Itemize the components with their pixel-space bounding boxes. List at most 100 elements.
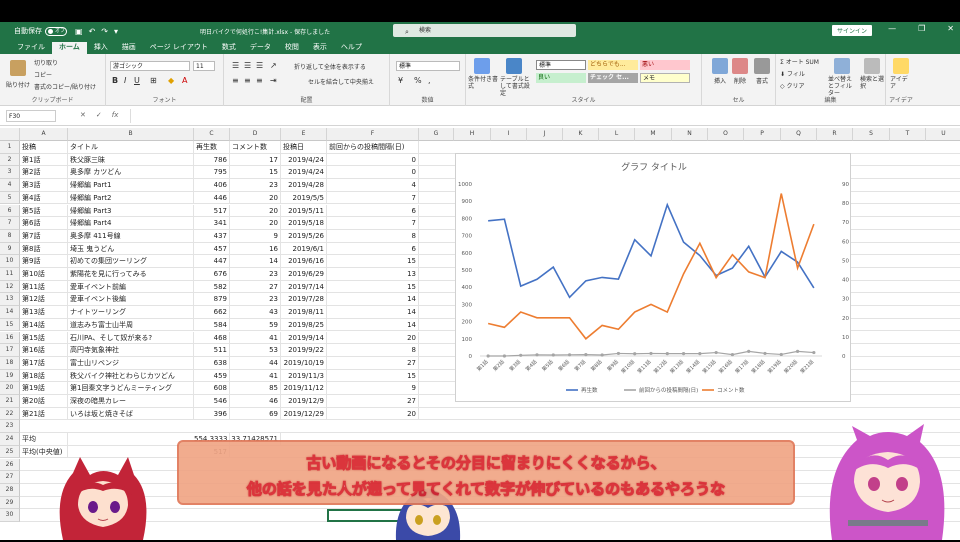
- table-cell[interactable]: 546: [194, 395, 230, 408]
- table-cell[interactable]: 深夜の暗黒カレー: [68, 395, 194, 408]
- row-header-21[interactable]: 21: [0, 395, 20, 408]
- row-header-26[interactable]: 26: [0, 458, 20, 472]
- table-cell[interactable]: 20: [230, 191, 281, 205]
- table-cell[interactable]: 17: [230, 153, 281, 167]
- line-chart[interactable]: グラフ タイトル 0 100 200 300 400 500 600 700 800 900 1000…: [455, 153, 851, 402]
- font-size-select[interactable]: 11: [193, 61, 215, 71]
- table-cell[interactable]: 6: [327, 204, 419, 218]
- table-cell[interactable]: 608: [194, 382, 230, 395]
- column-header-K[interactable]: K: [563, 128, 599, 141]
- find-select-icon[interactable]: [864, 58, 880, 74]
- table-cell[interactable]: 437: [194, 229, 230, 243]
- column-header-F[interactable]: F: [327, 128, 419, 141]
- wrap-text-button[interactable]: 折り返して全体を表示する: [294, 62, 366, 71]
- tab-2[interactable]: 挿入: [87, 42, 115, 54]
- table-cell[interactable]: 459: [194, 369, 230, 383]
- row-header-22[interactable]: 22: [0, 407, 20, 421]
- sort-filter-icon[interactable]: [834, 58, 850, 74]
- table-cell[interactable]: 9: [230, 229, 281, 243]
- table-cell[interactable]: 27: [327, 395, 419, 408]
- tab-3[interactable]: 描画: [115, 42, 143, 54]
- row-header-9[interactable]: 9: [0, 242, 20, 256]
- table-cell[interactable]: 23: [230, 179, 281, 192]
- fill-color-icon[interactable]: ◆: [168, 76, 174, 85]
- paste-icon[interactable]: [10, 60, 26, 76]
- table-cell[interactable]: 第15話: [20, 331, 68, 345]
- column-header-R[interactable]: R: [817, 128, 853, 141]
- row-header-19[interactable]: 19: [0, 369, 20, 383]
- row-header-10[interactable]: 10: [0, 255, 20, 268]
- table-cell[interactable]: 44: [230, 356, 281, 370]
- table-cell[interactable]: 2019/6/16: [281, 255, 327, 268]
- table-cell[interactable]: 第16話: [20, 344, 68, 357]
- table-cell[interactable]: 帰郷編 Part3: [68, 204, 194, 218]
- align-center-icon[interactable]: ≡: [244, 76, 251, 85]
- bold-icon[interactable]: B: [112, 76, 118, 85]
- align-top-icon[interactable]: ☰: [232, 61, 239, 70]
- copy-button[interactable]: コピー: [34, 70, 52, 79]
- table-cell[interactable]: 13: [327, 268, 419, 281]
- table-format-icon[interactable]: [506, 58, 522, 74]
- table-cell[interactable]: 2019/9/14: [281, 331, 327, 345]
- table-cell[interactable]: 石川PA、そして奴が来る?: [68, 331, 194, 345]
- table-cell[interactable]: 46: [230, 395, 281, 408]
- table-cell[interactable]: 20: [327, 331, 419, 345]
- table-cell[interactable]: 2019/4/24: [281, 153, 327, 167]
- fill-button[interactable]: ⬇ フィル: [780, 69, 805, 78]
- table-cell[interactable]: 2019/5/11: [281, 204, 327, 218]
- table-cell[interactable]: 4: [327, 179, 419, 192]
- table-cell[interactable]: 2019/4/28: [281, 179, 327, 192]
- style-good[interactable]: 良い: [536, 73, 586, 83]
- row-header-3[interactable]: 3: [0, 166, 20, 180]
- align-bottom-icon[interactable]: ☰: [256, 61, 263, 70]
- table-cell[interactable]: 69: [230, 407, 281, 421]
- table-cell[interactable]: 14: [327, 306, 419, 319]
- column-header-E[interactable]: E: [281, 128, 327, 141]
- row-header-11[interactable]: 11: [0, 268, 20, 281]
- table-cell[interactable]: 2019/11/3: [281, 369, 327, 383]
- table-cell[interactable]: 23: [230, 293, 281, 307]
- table-cell[interactable]: 27: [230, 280, 281, 294]
- row-header-18[interactable]: 18: [0, 356, 20, 370]
- table-cell[interactable]: 6: [327, 242, 419, 256]
- table-cell[interactable]: 2019/4/24: [281, 166, 327, 180]
- select-all-corner[interactable]: [0, 128, 20, 141]
- row-header-27[interactable]: 27: [0, 471, 20, 484]
- table-cell[interactable]: 2019/6/29: [281, 268, 327, 281]
- table-cell[interactable]: 20: [230, 204, 281, 218]
- table-cell[interactable]: 2019/5/18: [281, 217, 327, 230]
- row-header-7[interactable]: 7: [0, 217, 20, 230]
- ideas-button[interactable]: アイデア: [890, 76, 912, 90]
- row-header-4[interactable]: 4: [0, 179, 20, 192]
- table-cell[interactable]: 富士山リベンジ: [68, 356, 194, 370]
- table-cell[interactable]: 第20話: [20, 395, 68, 408]
- row-header-23[interactable]: 23: [0, 420, 20, 434]
- name-box[interactable]: F30: [6, 110, 56, 122]
- table-cell[interactable]: 第6話: [20, 217, 68, 230]
- find-select-button[interactable]: 検索と選択: [860, 76, 884, 90]
- table-cell[interactable]: 秩父バイク神社とわらじカツどん: [68, 369, 194, 383]
- delete-cells-icon[interactable]: [732, 58, 748, 74]
- table-cell[interactable]: 786: [194, 153, 230, 167]
- table-cell[interactable]: 第21話: [20, 407, 68, 421]
- style-neutral[interactable]: どちらでも...: [588, 60, 638, 70]
- column-header-D[interactable]: D: [230, 128, 281, 141]
- comma-icon[interactable]: ,: [428, 76, 431, 85]
- insert-cells-icon[interactable]: [712, 58, 728, 74]
- row-header-25[interactable]: 25: [0, 445, 20, 459]
- table-cell[interactable]: 第4話: [20, 191, 68, 205]
- tab-7[interactable]: 校閲: [278, 42, 306, 54]
- column-header-N[interactable]: N: [672, 128, 708, 141]
- table-cell[interactable]: 15: [327, 280, 419, 294]
- font-color-icon[interactable]: A: [182, 76, 187, 85]
- column-header-Q[interactable]: Q: [781, 128, 817, 141]
- row-header-17[interactable]: 17: [0, 344, 20, 357]
- table-cell[interactable]: 埼玉 鬼うどん: [68, 242, 194, 256]
- table-format-button[interactable]: テーブルとして書式設定: [500, 76, 534, 97]
- conditional-format-icon[interactable]: [474, 58, 490, 74]
- header-cell[interactable]: コメント数: [230, 141, 281, 154]
- table-cell[interactable]: 8: [327, 229, 419, 243]
- row-header-8[interactable]: 8: [0, 229, 20, 243]
- row-header-20[interactable]: 20: [0, 382, 20, 395]
- table-cell[interactable]: いろは坂と焼きそば: [68, 407, 194, 421]
